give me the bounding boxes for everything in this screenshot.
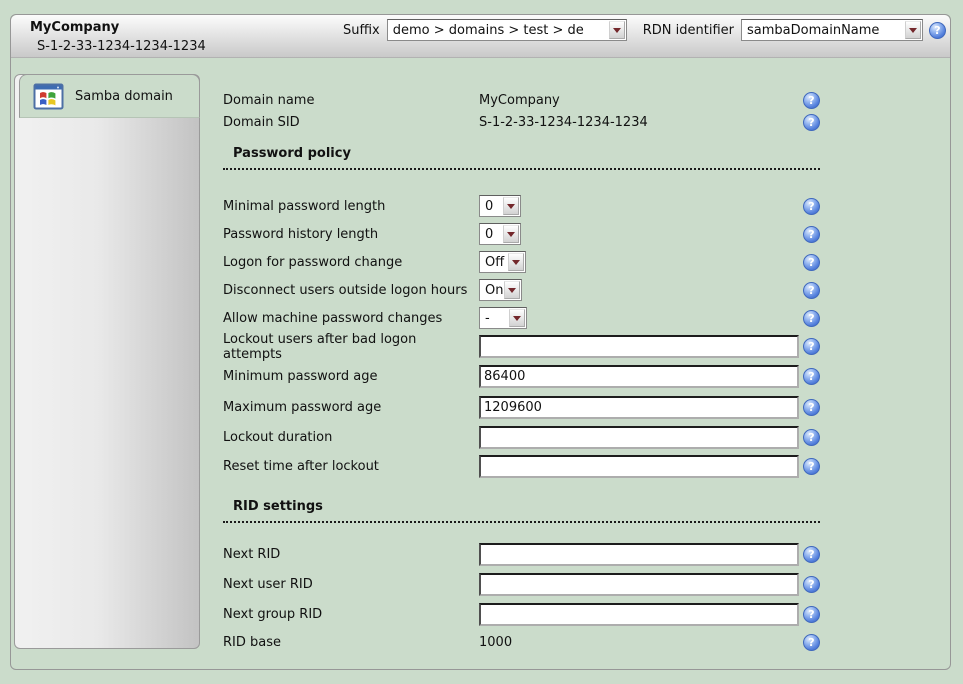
help-icon[interactable]: ?	[803, 226, 820, 243]
field-label: Lockout users after bad logon attempts	[223, 332, 479, 362]
minimal-password-length-select[interactable]: 0	[479, 195, 521, 217]
disconnect-users-select[interactable]: On	[479, 279, 522, 301]
help-icon[interactable]: ?	[803, 399, 820, 416]
next-user-rid-input[interactable]	[479, 573, 799, 596]
help-icon[interactable]: ?	[803, 546, 820, 563]
lockout-users-input[interactable]	[479, 335, 799, 358]
form-row-maximum-password-age: Maximum password age ?	[223, 396, 820, 419]
field-label: Password history length	[223, 227, 479, 242]
field-label: Lockout duration	[223, 430, 479, 445]
form-row-logon-for-password-change: Logon for password change Off ?	[223, 251, 820, 273]
select-value: On	[480, 280, 503, 300]
maximum-password-age-input[interactable]	[479, 396, 799, 419]
tab-samba-domain-label: Samba domain	[75, 89, 173, 104]
chevron-down-icon	[508, 288, 516, 293]
next-group-rid-input[interactable]	[479, 603, 799, 626]
form-row-next-user-rid: Next user RID ?	[223, 573, 820, 596]
chevron-down-icon	[512, 260, 520, 265]
samba-domain-window: MyCompany S-1-2-33-1234-1234-1234 Suffix…	[10, 14, 951, 670]
chevron-down-icon	[513, 316, 521, 321]
samba-domain-form: Domain name MyCompany ? Domain SID S-1-2…	[223, 15, 820, 669]
password-history-length-select[interactable]: 0	[479, 223, 521, 245]
help-icon[interactable]: ?	[803, 92, 820, 109]
select-dropdown-button[interactable]	[504, 281, 520, 299]
select-value: -	[480, 308, 508, 328]
section-rid-settings: RID settings	[223, 499, 820, 523]
select-value: 0	[480, 224, 502, 244]
help-icon[interactable]: ?	[803, 310, 820, 327]
form-row-password-history-length: Password history length 0 ?	[223, 223, 820, 245]
select-dropdown-button[interactable]	[503, 225, 519, 243]
help-icon[interactable]: ?	[803, 634, 820, 651]
form-row-minimal-password-length: Minimal password length 0 ?	[223, 195, 820, 217]
field-label: Minimal password length	[223, 199, 479, 214]
chevron-down-icon	[507, 232, 515, 237]
help-icon[interactable]: ?	[803, 606, 820, 623]
minimum-password-age-input[interactable]	[479, 365, 799, 388]
field-label: Minimum password age	[223, 369, 479, 384]
chevron-down-icon	[909, 28, 917, 33]
windows-logo-icon	[33, 81, 64, 112]
field-label: Domain SID	[223, 115, 479, 130]
tab-samba-domain[interactable]: Samba domain	[19, 74, 200, 118]
form-row-allow-machine-password-changes: Allow machine password changes - ?	[223, 307, 820, 329]
select-dropdown-button[interactable]	[508, 253, 524, 271]
help-icon[interactable]: ?	[803, 282, 820, 299]
field-label: Disconnect users outside logon hours	[223, 283, 479, 298]
rdn-select-dropdown-button[interactable]	[905, 21, 921, 39]
select-value: Off	[480, 252, 507, 272]
field-label: Maximum password age	[223, 400, 479, 415]
select-value: 0	[480, 196, 502, 216]
logon-for-password-change-select[interactable]: Off	[479, 251, 526, 273]
select-dropdown-button[interactable]	[509, 309, 525, 327]
field-label: Next group RID	[223, 607, 479, 622]
section-password-policy: Password policy	[223, 146, 820, 170]
form-row-next-rid: Next RID ?	[223, 543, 820, 566]
entry-sid-subtitle: S-1-2-33-1234-1234-1234	[37, 39, 206, 54]
chevron-down-icon	[507, 204, 515, 209]
form-row-minimum-password-age: Minimum password age ?	[223, 365, 820, 388]
help-icon[interactable]: ?	[803, 429, 820, 446]
help-icon[interactable]: ?	[803, 338, 820, 355]
domain-sid-value: S-1-2-33-1234-1234-1234	[479, 115, 803, 130]
field-label: RID base	[223, 635, 479, 650]
help-icon[interactable]: ?	[803, 114, 820, 131]
field-label: Logon for password change	[223, 255, 479, 270]
domain-name-value: MyCompany	[479, 93, 803, 108]
help-icon[interactable]: ?	[929, 22, 946, 39]
help-icon[interactable]: ?	[803, 254, 820, 271]
field-label: Allow machine password changes	[223, 311, 479, 326]
reset-time-after-lockout-input[interactable]	[479, 455, 799, 478]
field-label: Domain name	[223, 93, 479, 108]
form-row-lockout-duration: Lockout duration ?	[223, 426, 820, 449]
form-row-reset-time-after-lockout: Reset time after lockout ?	[223, 455, 820, 478]
select-dropdown-button[interactable]	[503, 197, 519, 215]
allow-machine-password-changes-select[interactable]: -	[479, 307, 527, 329]
field-label: Reset time after lockout	[223, 459, 479, 474]
module-tab-sidebar: Samba domain	[14, 74, 200, 649]
rid-base-value: 1000	[479, 635, 803, 650]
help-icon[interactable]: ?	[803, 576, 820, 593]
help-icon[interactable]: ?	[803, 458, 820, 475]
form-row-domain-sid: Domain SID S-1-2-33-1234-1234-1234 ?	[223, 112, 820, 132]
next-rid-input[interactable]	[479, 543, 799, 566]
field-label: Next user RID	[223, 577, 479, 592]
entry-title: MyCompany	[30, 20, 119, 35]
form-row-rid-base: RID base 1000 ?	[223, 632, 820, 652]
form-row-domain-name: Domain name MyCompany ?	[223, 90, 820, 110]
form-row-lockout-users: Lockout users after bad logon attempts ?	[223, 335, 820, 358]
field-label: Next RID	[223, 547, 479, 562]
help-icon[interactable]: ?	[803, 368, 820, 385]
form-row-disconnect-users: Disconnect users outside logon hours On …	[223, 279, 820, 301]
lockout-duration-input[interactable]	[479, 426, 799, 449]
form-row-next-group-rid: Next group RID ?	[223, 603, 820, 626]
help-icon[interactable]: ?	[803, 198, 820, 215]
